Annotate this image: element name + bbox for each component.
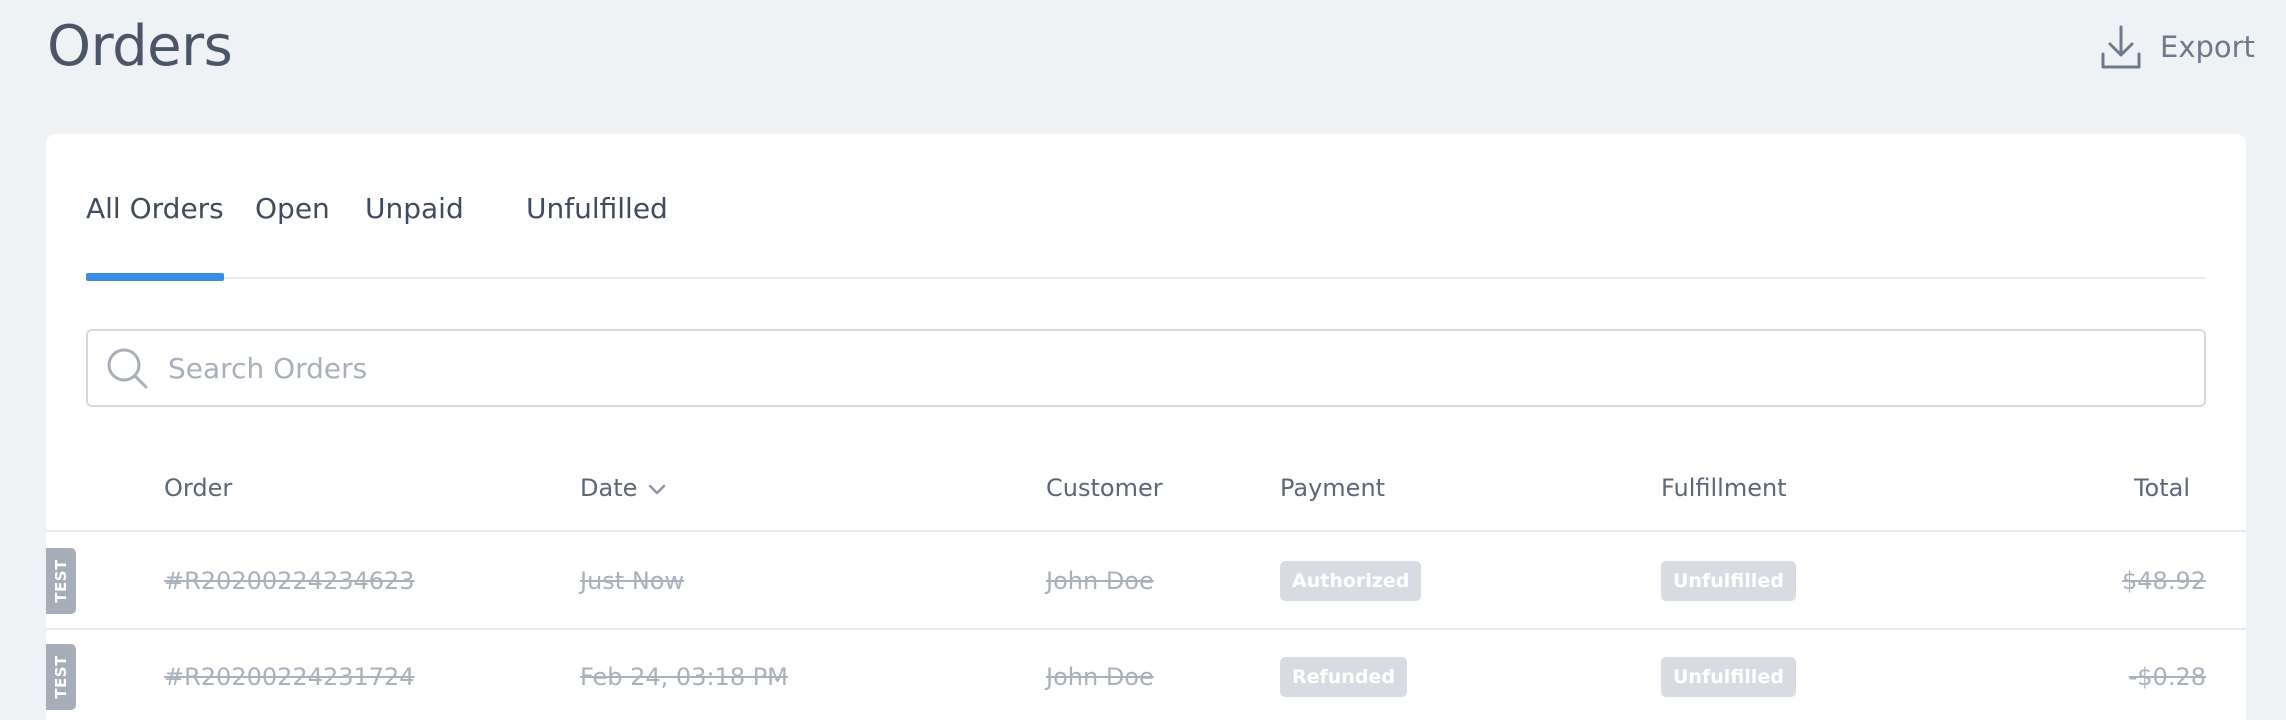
- table-row[interactable]: TEST #R20200224231724 Feb 24, 03:18 PM J…: [46, 630, 2246, 720]
- payment-status-badge: Refunded: [1280, 657, 1407, 697]
- table-row[interactable]: TEST #R20200224234623 Just Now John Doe …: [46, 534, 2246, 630]
- search-icon: [106, 347, 150, 395]
- tab-all-orders[interactable]: All Orders: [86, 192, 224, 281]
- column-header-customer: Customer: [1046, 474, 1163, 502]
- chevron-down-icon: [647, 444, 667, 532]
- order-total: -$0.28: [2128, 663, 2206, 691]
- column-header-fulfillment: Fulfillment: [1661, 474, 1787, 502]
- order-date: Feb 24, 03:18 PM: [580, 663, 788, 691]
- fulfillment-status-badge: Unfulfilled: [1661, 561, 1796, 601]
- tab-open[interactable]: Open: [255, 192, 330, 279]
- order-total: $48.92: [2122, 567, 2206, 595]
- order-number[interactable]: #R20200224234623: [164, 534, 415, 628]
- download-icon: [2100, 24, 2142, 70]
- test-badge: TEST: [46, 644, 76, 710]
- page-title: Orders: [47, 14, 233, 79]
- order-date: Just Now: [580, 567, 685, 595]
- orders-card: All Orders Open Unpaid Unfulfilled Order…: [46, 134, 2246, 720]
- tab-bar: All Orders Open Unpaid Unfulfilled: [86, 134, 2206, 281]
- column-header-total: Total: [2133, 474, 2190, 502]
- column-header-date-label: Date: [580, 474, 638, 502]
- order-number[interactable]: #R20200224231724: [164, 630, 415, 720]
- fulfillment-status-badge: Unfulfilled: [1661, 657, 1796, 697]
- test-badge: TEST: [46, 548, 76, 614]
- export-label: Export: [2160, 30, 2255, 64]
- search-input[interactable]: [168, 331, 2168, 405]
- table-header: Order Date Customer Payment Fulfillment …: [46, 444, 2246, 532]
- column-header-payment: Payment: [1280, 474, 1386, 502]
- export-button[interactable]: Export: [2100, 24, 2255, 70]
- test-badge-label: TEST: [52, 559, 70, 603]
- tab-unfulfilled[interactable]: Unfulfilled: [526, 192, 668, 279]
- test-badge-label: TEST: [52, 655, 70, 699]
- column-header-order: Order: [164, 474, 233, 502]
- search-box: [86, 329, 2206, 407]
- payment-status-badge: Authorized: [1280, 561, 1422, 601]
- tab-unpaid[interactable]: Unpaid: [365, 192, 464, 279]
- order-customer: John Doe: [1046, 663, 1154, 691]
- order-customer: John Doe: [1046, 567, 1154, 595]
- column-header-date[interactable]: Date: [580, 444, 667, 532]
